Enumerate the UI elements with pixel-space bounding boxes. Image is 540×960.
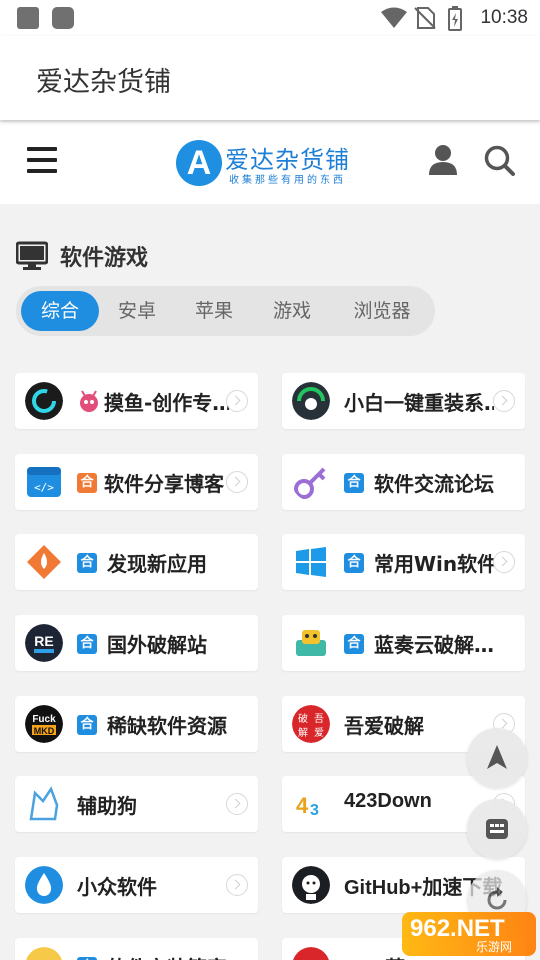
card-label: 软件交流论坛 [374,472,494,496]
search-icon[interactable] [484,145,516,177]
he-badge: 合 [344,473,364,493]
link-card[interactable]: 合 软件交流论坛 [282,454,525,510]
svg-text:解: 解 [298,726,308,739]
logo-mark: A [176,140,222,186]
monster-icon [80,390,98,412]
tab-browser[interactable]: 浏览器 [338,291,426,331]
he-badge: 合 [77,634,97,654]
user-icon[interactable] [428,144,458,176]
clock: 10:38 [480,7,528,28]
card-label: 软件分享博客 [104,472,224,496]
category-tabs: 综合 安卓 苹果 游戏 浏览器 [16,286,435,336]
link-card[interactable]: 小众软件 [15,857,258,913]
arrow-up-icon [487,745,507,769]
svg-text:RE: RE [34,633,53,649]
menu-icon[interactable] [27,147,57,173]
chevron-right-icon [226,471,248,493]
card-label: 吾爱破解 [344,714,424,738]
site-header: A 爱达杂货铺 收集那些有用的东西 [0,122,540,204]
battery-icon [448,6,462,31]
423down-icon: 43 [292,785,330,823]
site-watermark: 962.NET 乐游网 [402,912,536,956]
he-badge: 合 [77,473,97,493]
link-card[interactable]: 摸鱼-创作专… [15,373,258,429]
diamond-app-icon [25,543,63,581]
link-card[interactable]: Fuck MKD 合 稀缺软件资源 [15,696,258,752]
watermark-subtext: 乐游网 [476,940,513,954]
notification-icon [52,7,74,29]
github-icon [292,866,330,904]
link-card[interactable]: 辅助狗 [15,776,258,832]
svg-text:MKD: MKD [34,726,55,736]
site-logo[interactable]: A 爱达杂货铺 收集那些有用的东西 [176,138,356,188]
svg-text:</>: </> [34,481,54,494]
calculator-button[interactable] [467,799,527,859]
he-badge: 合 [344,634,364,654]
card-label: 稀缺软件资源 [107,714,227,738]
fuzhugou-icon [25,785,63,823]
chevron-right-icon [226,390,248,412]
link-card[interactable]: 合 蓝奏云破解… [282,615,525,671]
card-label: 423Down [344,790,432,812]
calculator-icon [486,819,508,839]
monitor-icon [16,241,48,270]
key-icon [292,463,330,501]
card-label: 小白一键重装系… [344,391,494,415]
tab-apple[interactable]: 苹果 [179,291,249,331]
card-label: 辅助狗 [77,794,137,818]
scroll-top-button[interactable] [467,728,527,788]
code-window-icon: </> [25,463,63,501]
refresh-icon [487,887,507,910]
notification-icon [17,7,39,29]
section-title: 软件游戏 [60,246,149,271]
tab-all[interactable]: 综合 [21,291,99,331]
app-title: 爱达杂货铺 [36,67,171,98]
svg-text:破: 破 [298,712,308,725]
he-badge: 合 [344,553,364,573]
chevron-right-icon [226,793,248,815]
card-label: 国外破解站 [107,633,207,657]
svg-text:Fuck: Fuck [32,714,56,725]
link-card[interactable]: RE 合 国外破解站 [15,615,258,671]
card-label: 摸鱼-创作专… [104,391,229,415]
smile-icon [25,947,63,960]
waterdrop-icon [25,866,63,904]
xiaobai-icon [292,382,330,420]
52pojie-icon: 破吾解爱 [292,705,330,743]
moyu-icon [25,382,63,420]
svg-text:3: 3 [310,802,319,819]
card-label: 小众软件 [77,875,157,899]
card-label: 发现新应用 [107,552,207,576]
lanzou-icon [292,624,330,662]
svg-text:吾: 吾 [314,713,324,725]
svg-text:4: 4 [296,793,309,818]
link-card[interactable]: 合 软件安装管家 [15,938,258,960]
re-pack-icon: RE [25,624,63,662]
svg-text:爱: 爱 [314,726,324,739]
chevron-right-icon [226,874,248,896]
he-badge: 合 [77,715,97,735]
link-card[interactable]: 合 常用Win软件 [282,534,525,590]
tab-android[interactable]: 安卓 [102,291,172,331]
link-card[interactable]: 小白一键重装系… [282,373,525,429]
windows-icon [292,543,330,581]
wifi-icon [381,7,407,28]
logo-subtitle: 收集那些有用的东西 [229,175,346,186]
app-icon [292,947,330,960]
card-label: 蓝奏云破解… [374,633,494,657]
chevron-right-icon [493,551,515,573]
link-card[interactable]: 合 发现新应用 [15,534,258,590]
chevron-right-icon [493,390,515,412]
link-card[interactable]: </> 合 软件分享博客 [15,454,258,510]
card-label: 软件安装管家 [107,952,247,960]
card-label: 常用Win软件 [374,552,494,576]
fuck-mkd-icon: Fuck MKD [25,705,63,743]
logo-text: 爱达杂货铺 [225,146,350,174]
tab-games[interactable]: 游戏 [257,291,327,331]
no-sim-icon [414,7,436,29]
status-bar: 10:38 [0,0,540,36]
app-bar: 爱达杂货铺 [0,36,540,120]
he-badge: 合 [77,553,97,573]
